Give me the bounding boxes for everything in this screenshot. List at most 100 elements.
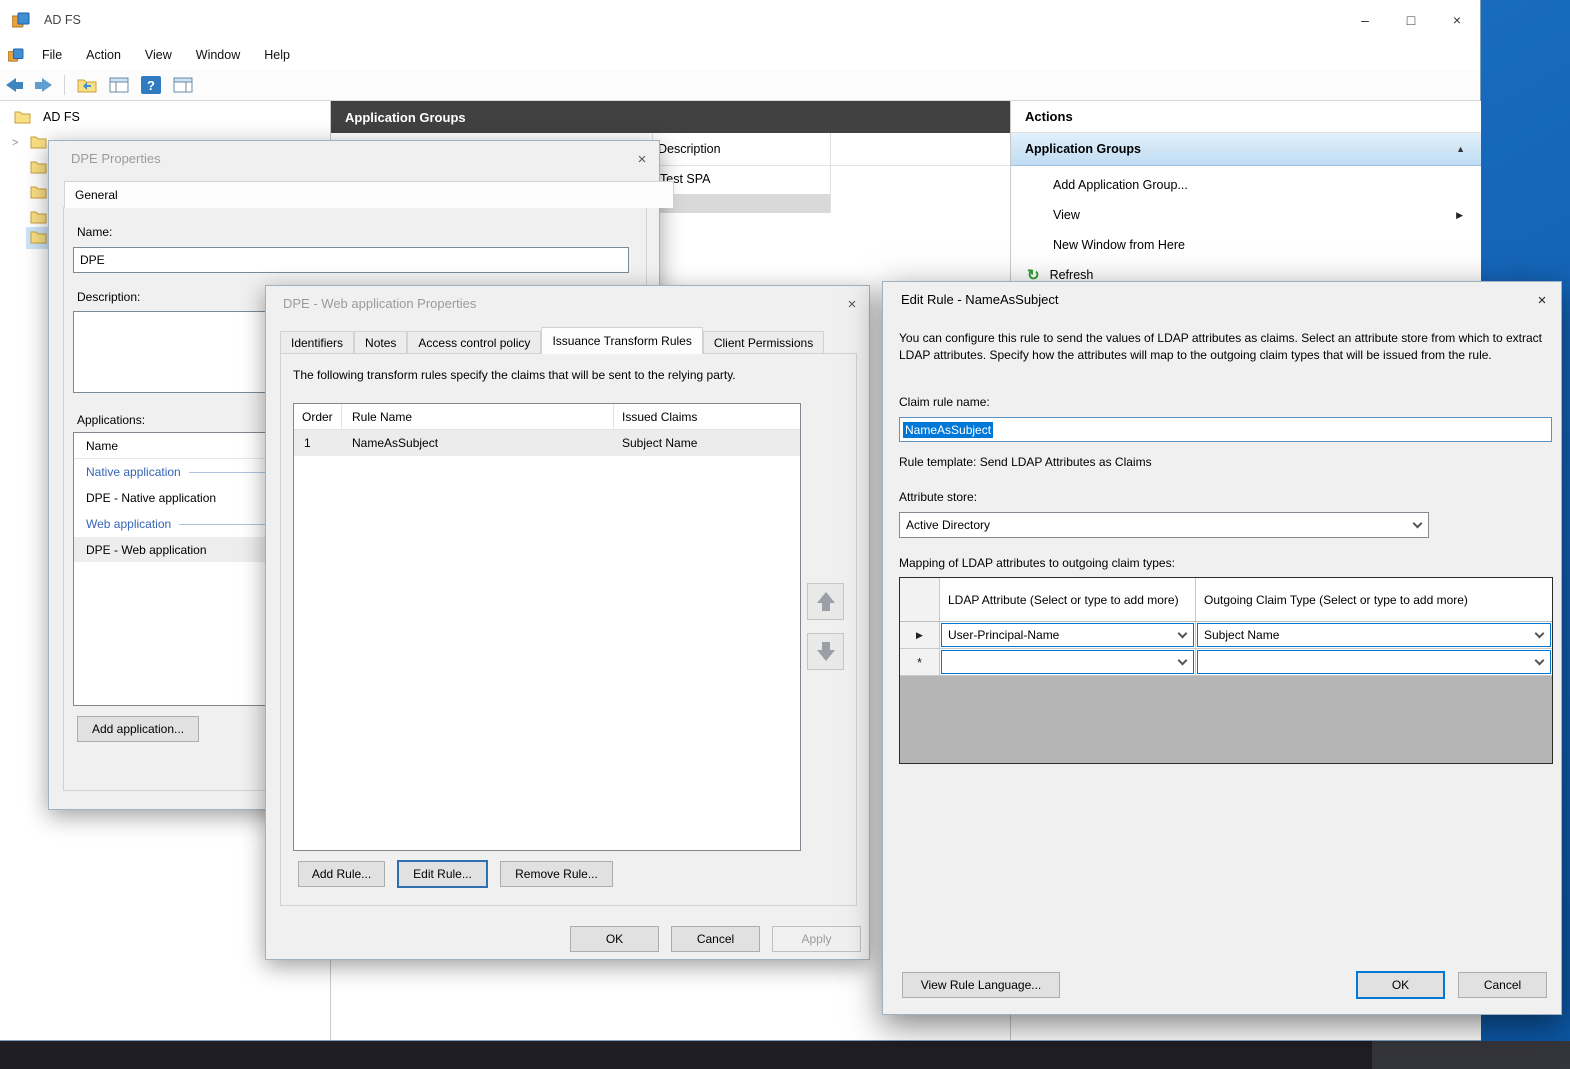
claim-rule-name-input[interactable]: NameAsSubject <box>899 417 1552 442</box>
action-label: View <box>1053 208 1080 222</box>
add-rule-button[interactable]: Add Rule... <box>298 861 385 887</box>
chevron-down-icon[interactable] <box>1171 651 1193 673</box>
ldap-attribute-cell <box>940 649 1196 675</box>
tab-general[interactable]: General <box>64 181 674 208</box>
folder-icon <box>30 160 47 177</box>
ok-button[interactable]: OK <box>1356 971 1445 999</box>
chevron-down-icon[interactable] <box>1171 624 1193 646</box>
mapping-label: Mapping of LDAP attributes to outgoing c… <box>899 556 1175 570</box>
col-header-rule-name[interactable]: Rule Name <box>342 404 614 429</box>
description-label: Description: <box>77 290 140 304</box>
cancel-button[interactable]: Cancel <box>1458 972 1547 998</box>
button-label: View Rule Language... <box>921 978 1042 992</box>
tab-label: General <box>75 188 118 202</box>
action-new-window[interactable]: New Window from Here <box>1011 230 1481 260</box>
col-header-ldap-attribute[interactable]: LDAP Attribute (Select or type to add mo… <box>940 578 1196 621</box>
outgoing-claim-select[interactable]: Subject Name <box>1197 623 1551 647</box>
tab-notes[interactable]: Notes <box>354 331 407 354</box>
show-console-tree-icon[interactable] <box>109 77 129 93</box>
dialog-titlebar[interactable]: DPE - Web application Properties <box>266 286 869 320</box>
window-titlebar[interactable]: AD FS – □ × <box>0 0 1480 40</box>
chevron-down-icon[interactable] <box>1528 624 1550 646</box>
outgoing-claim-cell: Subject Name <box>1196 622 1552 648</box>
move-rule-up-button[interactable] <box>807 583 844 620</box>
menu-action[interactable]: Action <box>74 40 133 70</box>
menu-help[interactable]: Help <box>252 40 302 70</box>
close-button[interactable]: × <box>1434 0 1480 40</box>
outgoing-claim-select-empty[interactable] <box>1197 650 1551 674</box>
tab-label: Notes <box>365 336 396 350</box>
export-list-icon[interactable] <box>77 77 97 93</box>
rule-row[interactable]: 1 NameAsSubject Subject Name <box>294 430 800 456</box>
tab-identifiers[interactable]: Identifiers <box>280 331 354 354</box>
view-rule-language-button[interactable]: View Rule Language... <box>902 972 1060 998</box>
close-icon[interactable]: × <box>1531 290 1553 310</box>
rules-table[interactable]: Order Rule Name Issued Claims 1 NameAsSu… <box>293 403 801 851</box>
add-application-button[interactable]: Add application... <box>77 716 199 742</box>
selected-text: NameAsSubject <box>903 422 993 438</box>
dialog-titlebar[interactable]: Edit Rule - NameAsSubject <box>883 282 1561 316</box>
close-icon[interactable]: × <box>841 294 863 314</box>
edit-rule-dialog: Edit Rule - NameAsSubject × You can conf… <box>882 281 1562 1015</box>
column-divider[interactable] <box>830 133 831 213</box>
ldap-attribute-select-empty[interactable] <box>941 650 1194 674</box>
maximize-button[interactable]: □ <box>1388 0 1434 40</box>
list-item-label: DPE - Web application <box>86 543 207 557</box>
forward-button[interactable] <box>35 78 52 92</box>
action-label: Refresh <box>1050 268 1094 282</box>
edit-rule-button[interactable]: Edit Rule... <box>397 860 488 888</box>
tab-issuance-transform-rules[interactable]: Issuance Transform Rules <box>541 327 702 354</box>
action-view[interactable]: View ▶ <box>1011 200 1481 230</box>
tab-strip: Identifiers Notes Access control policy … <box>280 327 824 354</box>
action-label: Add Application Group... <box>1053 178 1188 192</box>
remove-rule-button[interactable]: Remove Rule... <box>500 861 613 887</box>
actions-panel-title: Actions <box>1011 101 1481 133</box>
down-arrow-stem <box>822 642 830 650</box>
name-input[interactable]: DPE <box>73 247 629 273</box>
collapse-icon[interactable]: ▲ <box>1456 144 1465 154</box>
tab-access-control-policy[interactable]: Access control policy <box>407 331 541 354</box>
tab-label: Issuance Transform Rules <box>552 334 691 348</box>
actions-group-header[interactable]: Application Groups ▲ <box>1011 133 1481 166</box>
mapping-row-new: * <box>900 649 1552 676</box>
dialog-title: Edit Rule - NameAsSubject <box>901 292 1059 307</box>
close-icon[interactable]: × <box>631 149 653 169</box>
button-label: Remove Rule... <box>515 867 598 881</box>
col-header-order[interactable]: Order <box>294 404 342 429</box>
tab-label: Access control policy <box>418 336 530 350</box>
list-header-name[interactable]: Name <box>86 439 118 453</box>
web-application-properties-dialog: DPE - Web application Properties × Ident… <box>265 285 870 960</box>
col-header-issued-claims[interactable]: Issued Claims <box>614 404 800 429</box>
back-button[interactable] <box>6 78 23 92</box>
cancel-button[interactable]: Cancel <box>671 926 760 952</box>
menu-view[interactable]: View <box>133 40 184 70</box>
menu-window[interactable]: Window <box>184 40 252 70</box>
column-header-description[interactable]: Description <box>658 142 721 156</box>
chevron-down-icon[interactable] <box>1528 651 1550 673</box>
action-add-application-group[interactable]: Add Application Group... <box>1011 170 1481 200</box>
expand-chevron-icon[interactable]: > <box>12 137 18 149</box>
ldap-attribute-select[interactable]: User-Principal-Name <box>941 623 1194 647</box>
name-value: DPE <box>80 253 105 267</box>
help-icon[interactable]: ? <box>141 76 161 94</box>
move-rule-down-button[interactable] <box>807 633 844 670</box>
attribute-store-select[interactable]: Active Directory <box>899 512 1429 538</box>
apply-button[interactable]: Apply <box>772 926 861 952</box>
col-header-outgoing-claim[interactable]: Outgoing Claim Type (Select or type to a… <box>1196 578 1552 621</box>
menu-file[interactable]: File <box>30 40 74 70</box>
new-row-marker-icon: * <box>900 649 940 675</box>
taskbar[interactable] <box>0 1041 1570 1069</box>
rule-name-cell: NameAsSubject <box>342 430 614 456</box>
tree-node-adfs[interactable]: AD FS <box>0 104 330 130</box>
chevron-down-icon[interactable] <box>1406 513 1428 537</box>
down-arrow-icon <box>817 650 835 661</box>
taskbar-segment[interactable] <box>1372 1041 1570 1069</box>
tab-client-permissions[interactable]: Client Permissions <box>703 331 824 354</box>
mapping-row-1: ▶ User-Principal-Name Subject Name <box>900 622 1552 649</box>
minimize-button[interactable]: – <box>1342 0 1388 40</box>
ok-button[interactable]: OK <box>570 926 659 952</box>
mdi-child-icon <box>8 48 24 62</box>
standard-view-icon[interactable] <box>173 77 193 93</box>
dialog-titlebar[interactable]: DPE Properties <box>49 141 659 175</box>
rule-description: You can configure this rule to send the … <box>899 330 1551 364</box>
